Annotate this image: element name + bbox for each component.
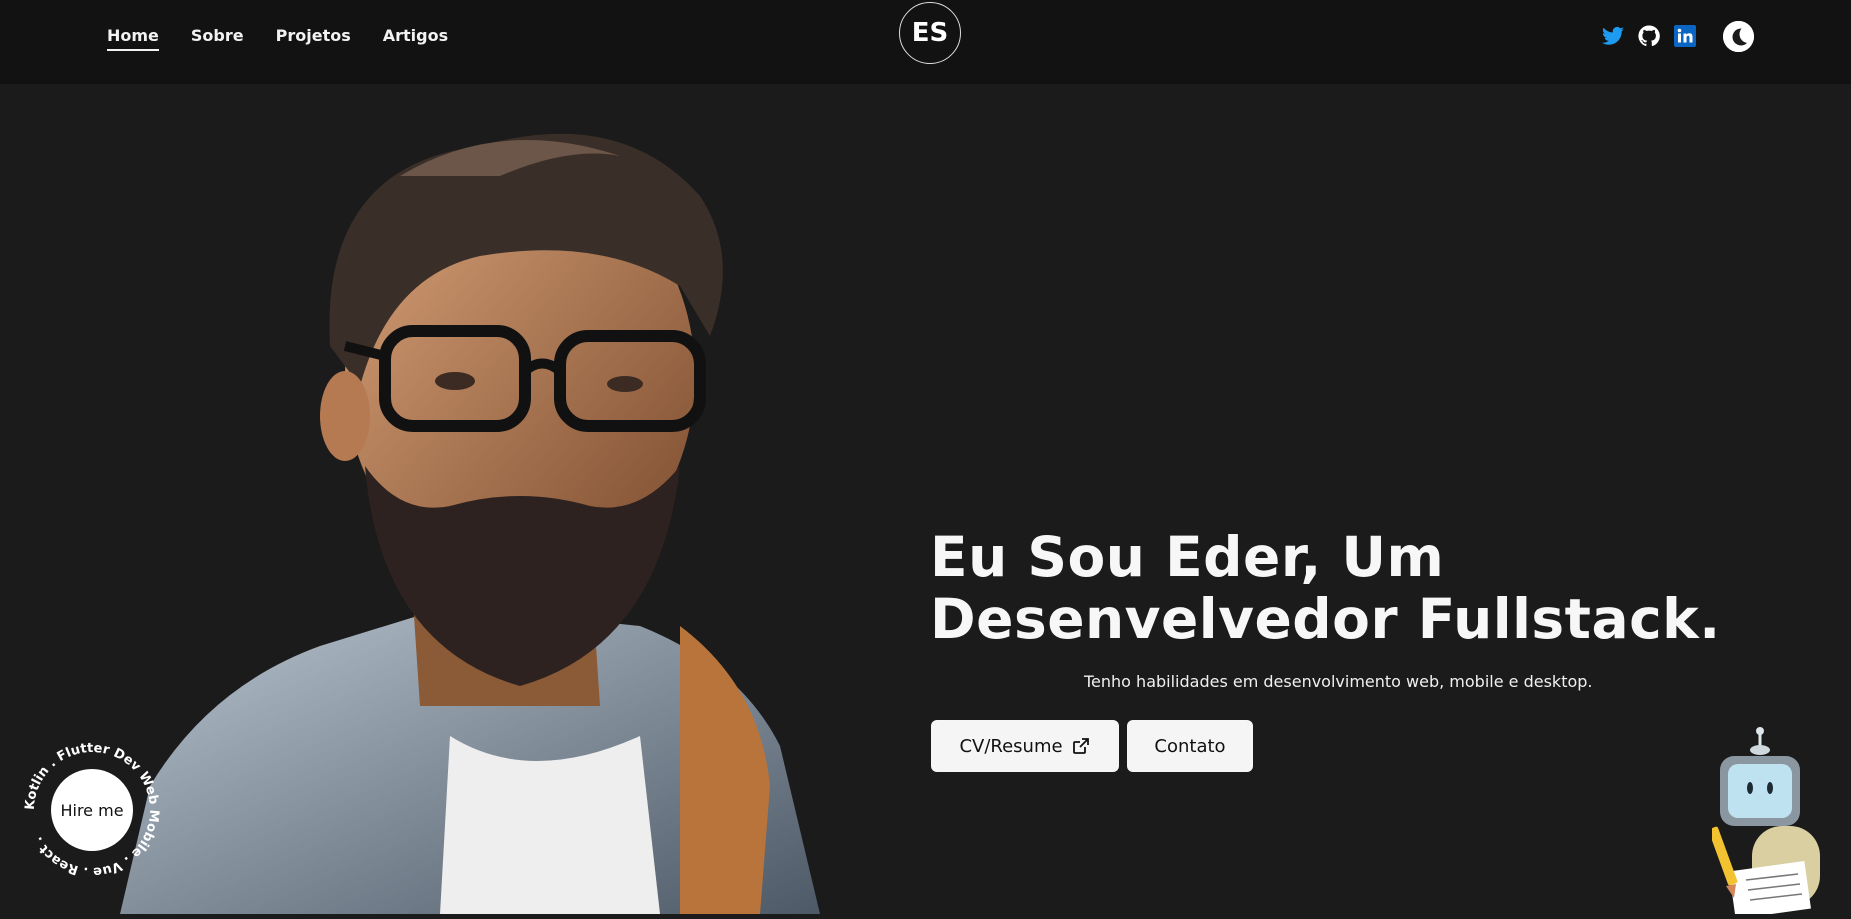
nav-link-projetos[interactable]: Projetos bbox=[276, 26, 351, 51]
external-link-icon bbox=[1072, 738, 1089, 754]
site-logo[interactable]: ES bbox=[899, 2, 961, 64]
main-nav: Home Sobre Projetos Artigos bbox=[107, 26, 448, 51]
cv-resume-button[interactable]: CV/Resume bbox=[931, 720, 1119, 772]
hero-title-line2: Desenvelvedor Fullstack. bbox=[930, 587, 1721, 651]
contact-button[interactable]: Contato bbox=[1127, 720, 1253, 772]
social-links bbox=[1601, 24, 1697, 48]
theme-toggle-button[interactable] bbox=[1723, 21, 1754, 52]
twitter-icon[interactable] bbox=[1601, 24, 1625, 48]
nav-link-sobre[interactable]: Sobre bbox=[191, 26, 244, 51]
moon-icon bbox=[1723, 21, 1754, 52]
nav-link-home[interactable]: Home bbox=[107, 26, 159, 51]
github-icon[interactable] bbox=[1637, 24, 1661, 48]
nav-link-artigos[interactable]: Artigos bbox=[383, 26, 448, 51]
developer-portrait-illustration bbox=[120, 86, 910, 914]
contact-label: Contato bbox=[1154, 735, 1226, 757]
hire-me-button[interactable]: Hire me bbox=[51, 769, 133, 851]
hero-subtitle: Tenho habilidades em desenvolvimento web… bbox=[1084, 672, 1593, 691]
top-navigation-bar: Home Sobre Projetos Artigos ES bbox=[0, 0, 1851, 84]
cv-resume-label: CV/Resume bbox=[959, 735, 1063, 757]
robot-mascot bbox=[1708, 726, 1832, 919]
linkedin-icon[interactable] bbox=[1673, 24, 1697, 48]
hero-title-line1: Eu Sou Eder, Um bbox=[930, 525, 1445, 589]
hero-title: Eu Sou Eder, Um Desenvelvedor Fullstack. bbox=[930, 526, 1810, 650]
hire-me-badge[interactable]: Kotlin . Flutter Dev Web Mobile . Vue . … bbox=[22, 740, 162, 880]
